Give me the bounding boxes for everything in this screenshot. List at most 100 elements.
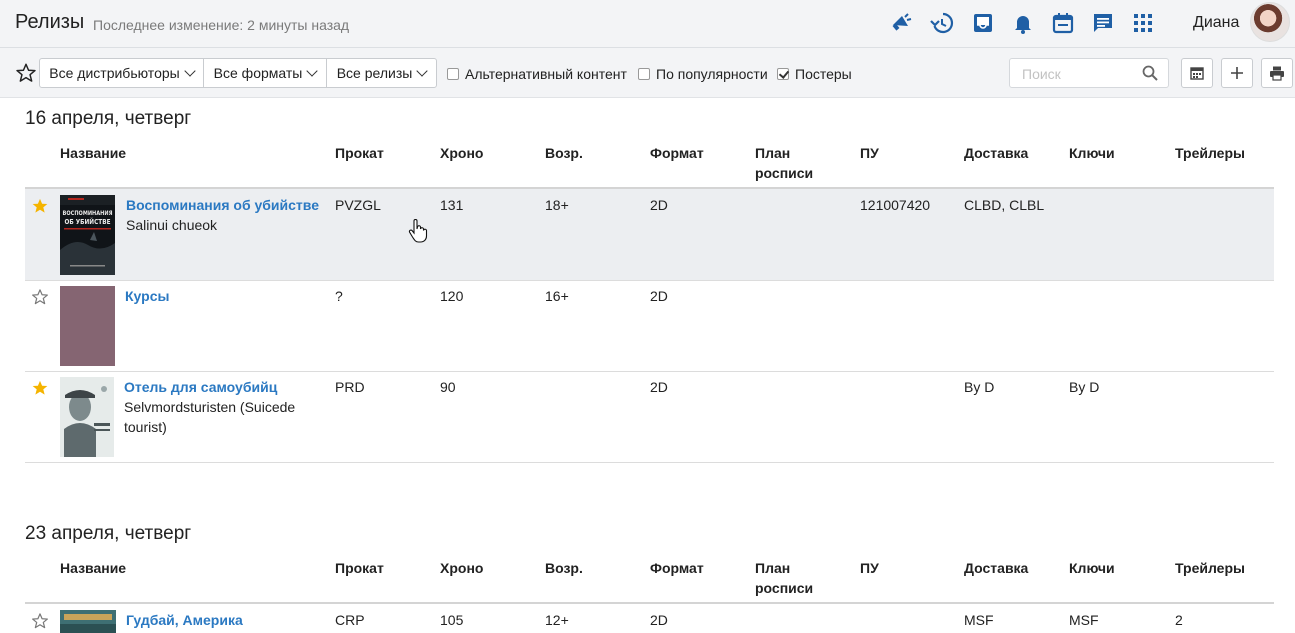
posters-box[interactable] xyxy=(777,68,789,80)
original-title-line1: Selvmordsturisten (Suicede xyxy=(124,399,296,415)
releases-label: Все релизы xyxy=(336,65,413,81)
page-title: Релизы xyxy=(15,11,85,33)
col-header-keys[interactable]: Ключи xyxy=(1069,558,1115,578)
search-input[interactable] xyxy=(1020,65,1140,83)
favorite-star-icon[interactable] xyxy=(31,288,49,306)
delivery-cell: By D xyxy=(964,379,995,395)
distribution-cell: CRP xyxy=(335,612,365,628)
day-heading: 23 апреля, четверг xyxy=(25,523,192,544)
bell-icon[interactable] xyxy=(1011,11,1035,35)
col-header-plan-line2[interactable]: росписи xyxy=(755,163,813,183)
poster-title-line1: ВОСПОМИНАНИЯ xyxy=(63,209,113,217)
distribution-cell: PVZGL xyxy=(335,197,381,213)
col-header-trailers[interactable]: Трейлеры xyxy=(1175,143,1245,163)
format-cell: 2D xyxy=(650,288,668,304)
keys-cell: MSF xyxy=(1069,612,1099,628)
trailers-cell: 2 xyxy=(1175,612,1183,628)
release-title-link[interactable]: Курсы xyxy=(125,286,169,306)
col-header-pu[interactable]: ПУ xyxy=(860,558,879,578)
last-modified-text: Последнее изменение: 2 минуты назад xyxy=(93,17,350,33)
print-button[interactable] xyxy=(1261,58,1293,88)
duration-cell: 120 xyxy=(440,288,464,304)
delivery-cell: MSF xyxy=(964,612,994,628)
age-cell: 12+ xyxy=(545,612,569,628)
poster-image[interactable] xyxy=(60,286,115,366)
alt-content-label: Альтернативный контент xyxy=(465,66,627,82)
calendar-icon[interactable] xyxy=(1051,11,1075,35)
distributors-label: Все дистрибьюторы xyxy=(49,65,180,81)
formats-label: Все форматы xyxy=(213,65,303,81)
popularity-checkbox[interactable]: По популярности xyxy=(638,66,768,82)
col-header-name[interactable]: Название xyxy=(60,143,126,163)
col-header-trailers[interactable]: Трейлеры xyxy=(1175,558,1245,578)
calendar-button[interactable] xyxy=(1181,58,1213,88)
col-header-format[interactable]: Формат xyxy=(650,558,704,578)
col-header-duration[interactable]: Хроно xyxy=(440,558,483,578)
format-cell: 2D xyxy=(650,612,668,628)
distribution-cell: ? xyxy=(335,288,343,304)
inbox-icon[interactable] xyxy=(971,11,995,35)
col-header-age[interactable]: Возр. xyxy=(545,558,583,578)
row-divider xyxy=(25,371,1274,372)
apps-grid-icon[interactable] xyxy=(1131,11,1155,35)
popularity-box[interactable] xyxy=(638,68,650,80)
distributors-dropdown[interactable]: Все дистрибьюторы xyxy=(39,58,204,88)
duration-cell: 131 xyxy=(440,197,464,213)
avatar[interactable] xyxy=(1250,2,1290,42)
filter-toolbar: Все дистрибьюторы Все форматы Все релизы… xyxy=(0,48,1295,98)
col-header-keys[interactable]: Ключи xyxy=(1069,143,1115,163)
release-title-link[interactable]: Воспоминания об убийстве xyxy=(126,195,319,215)
top-header: Релизы Последнее изменение: 2 минуты наз… xyxy=(0,0,1295,48)
user-name[interactable]: Диана xyxy=(1193,14,1239,32)
plus-icon xyxy=(1231,67,1243,79)
col-header-distribution[interactable]: Прокат xyxy=(335,558,384,578)
hand-cursor-icon xyxy=(408,219,428,243)
original-title: Salinui chueok xyxy=(126,217,218,233)
col-header-age[interactable]: Возр. xyxy=(545,143,583,163)
search-icon[interactable] xyxy=(1142,65,1158,81)
col-header-plan-line2[interactable]: росписи xyxy=(755,578,813,598)
original-title-line2: tourist) xyxy=(124,419,167,435)
favorite-star-icon[interactable] xyxy=(31,379,49,397)
poster-title-line2: ОБ УБИЙСТВЕ xyxy=(65,217,111,226)
favorite-star-icon[interactable] xyxy=(31,197,49,215)
releases-dropdown[interactable]: Все релизы xyxy=(326,58,437,88)
printer-icon xyxy=(1270,66,1284,81)
chat-icon[interactable] xyxy=(1091,11,1115,35)
posters-checkbox[interactable]: Постеры xyxy=(777,66,852,82)
formats-dropdown[interactable]: Все форматы xyxy=(203,58,327,88)
posters-label: Постеры xyxy=(795,66,852,82)
col-header-plan-line1[interactable]: План xyxy=(755,143,790,163)
poster-image[interactable] xyxy=(60,377,114,457)
col-header-delivery[interactable]: Доставка xyxy=(964,143,1028,163)
header-divider xyxy=(25,602,1274,604)
add-button[interactable] xyxy=(1221,58,1253,88)
alt-content-checkbox[interactable]: Альтернативный контент xyxy=(447,66,627,82)
keys-cell: By D xyxy=(1069,379,1100,395)
history-icon[interactable] xyxy=(930,11,954,35)
poster-image[interactable] xyxy=(60,610,116,633)
favorites-star-icon[interactable] xyxy=(15,62,37,84)
release-title-link[interactable]: Гудбай, Америка xyxy=(126,610,243,630)
format-cell: 2D xyxy=(650,379,668,395)
poster-image[interactable]: ВОСПОМИНАНИЯ ОБ УБИЙСТВЕ xyxy=(60,195,115,275)
favorite-star-icon[interactable] xyxy=(31,612,49,630)
chevron-down-icon xyxy=(416,64,428,77)
col-header-pu[interactable]: ПУ xyxy=(860,143,879,163)
search-box[interactable] xyxy=(1009,58,1169,88)
alt-content-box[interactable] xyxy=(447,68,459,80)
col-header-duration[interactable]: Хроно xyxy=(440,143,483,163)
col-header-distribution[interactable]: Прокат xyxy=(335,143,384,163)
megaphone-icon[interactable] xyxy=(889,11,913,35)
release-title-link[interactable]: Отель для самоубийц xyxy=(124,377,277,397)
col-header-format[interactable]: Формат xyxy=(650,143,704,163)
col-header-delivery[interactable]: Доставка xyxy=(964,558,1028,578)
format-cell: 2D xyxy=(650,197,668,213)
col-header-plan-line1[interactable]: План xyxy=(755,558,790,578)
chevron-down-icon xyxy=(184,64,196,77)
distribution-cell: PRD xyxy=(335,379,365,395)
col-header-name[interactable]: Название xyxy=(60,558,126,578)
row-divider xyxy=(25,280,1274,281)
duration-cell: 90 xyxy=(440,379,456,395)
delivery-cell: CLBD, CLBL xyxy=(964,197,1045,213)
